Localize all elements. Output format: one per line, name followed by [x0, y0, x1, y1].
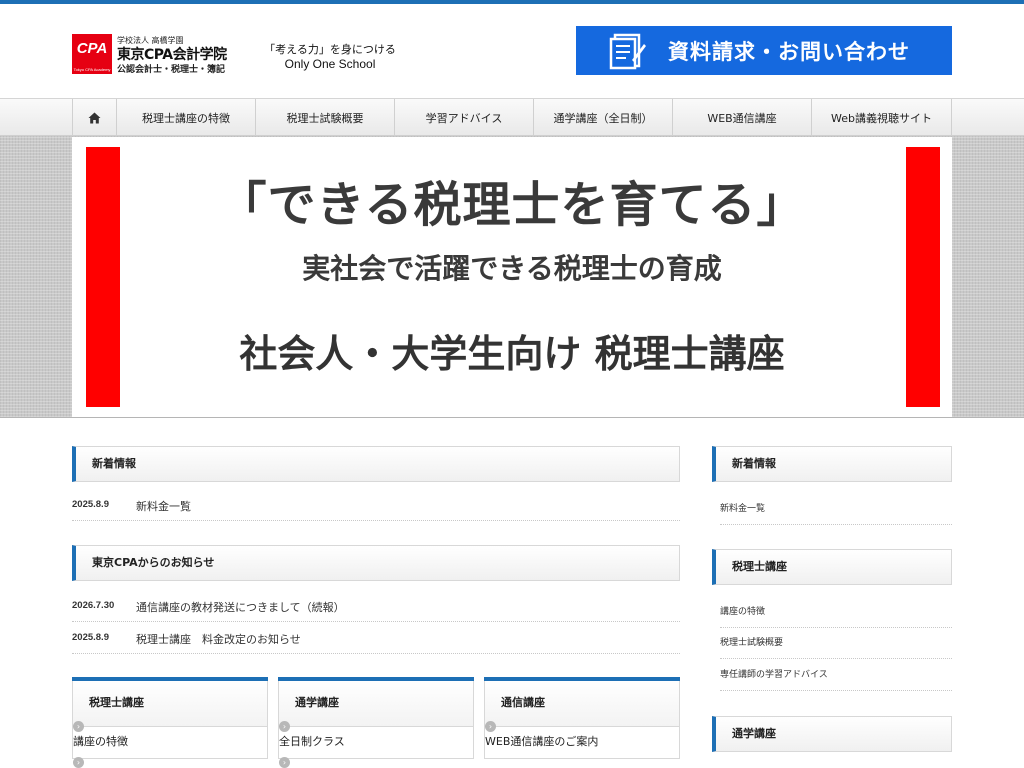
- nav-item-exam-overview[interactable]: 税理士試験概要: [256, 99, 395, 136]
- hero-tagline: 社会人・大学生向け 税理士講座: [239, 332, 785, 376]
- notices-heading: 東京CPAからのお知らせ: [72, 545, 680, 581]
- sidebar-course-link[interactable]: 講座の特徴: [720, 597, 952, 628]
- hero-headline: 「できる税理士を育てる」: [218, 177, 806, 233]
- chevron-right-icon: ›: [279, 721, 290, 732]
- nav-item-web-lecture-site[interactable]: Web講義視聴サイト: [812, 99, 952, 136]
- sidebar-course-link[interactable]: 税理士試験概要: [720, 628, 952, 659]
- course-card-tax-accountant: 税理士講座 › 講座の特徴 ›: [72, 677, 268, 768]
- hero-banner: 「できる税理士を育てる」 実社会で活躍できる税理士の育成 社会人・大学生向け 税…: [72, 137, 952, 417]
- chevron-right-icon: ›: [73, 721, 84, 732]
- chevron-right-icon: ›: [279, 757, 290, 768]
- course-card-link[interactable]: › 全日制クラス ›: [278, 721, 474, 768]
- chevron-right-icon: ›: [485, 721, 496, 732]
- news-item: 2025.8.9 新料金一覧: [72, 491, 680, 521]
- tagline-jp: 「考える力」を身につける: [264, 43, 396, 56]
- notice-item: 2025.8.9 税理士講座 料金改定のお知らせ: [72, 624, 680, 654]
- notice-date: 2026.7.30: [72, 600, 115, 611]
- course-card-title: 通学講座: [278, 681, 474, 727]
- news-heading: 新着情報: [72, 446, 680, 482]
- course-card-commute: 通学講座 › 全日制クラス ›: [278, 677, 474, 768]
- sidebar-news-heading: 新着情報: [712, 446, 952, 482]
- global-nav: 税理士講座の特徴 税理士試験概要 学習アドバイス 通学講座（全日制） WEB通信…: [72, 99, 952, 136]
- logo-school-courses: 公認会計士・税理士・簿記: [117, 65, 226, 75]
- nav-home[interactable]: [73, 99, 117, 136]
- nav-item-fulltime-course[interactable]: 通学講座（全日制）: [534, 99, 673, 136]
- nav-item-features[interactable]: 税理士講座の特徴: [117, 99, 256, 136]
- site-header: CPA Tokyo CPA Academy 学校法人 高橋学園 東京CPA会計学…: [0, 4, 1024, 98]
- notice-item: 2026.7.30 通信講座の教材発送につきまして（続報）: [72, 592, 680, 622]
- course-card-title: 税理士講座: [72, 681, 268, 727]
- request-info-button[interactable]: 資料請求・お問い合わせ: [576, 26, 952, 75]
- news-title-link[interactable]: 新料金一覧: [136, 498, 191, 514]
- global-nav-bar: 税理士講座の特徴 税理士試験概要 学習アドバイス 通学講座（全日制） WEB通信…: [0, 98, 1024, 136]
- news-date: 2025.8.9: [72, 499, 109, 510]
- logo-school-name: 東京CPA会計学院: [117, 47, 227, 63]
- notice-title-link[interactable]: 税理士講座 料金改定のお知らせ: [136, 631, 301, 647]
- sidebar-news-link[interactable]: 新料金一覧: [720, 494, 952, 525]
- course-card-link[interactable]: › WEB通信講座のご案内: [484, 721, 680, 759]
- tagline-en: Only One School: [284, 57, 376, 71]
- course-card-link[interactable]: › 講座の特徴 ›: [72, 721, 268, 768]
- sidebar-course-heading: 税理士講座: [712, 549, 952, 585]
- chevron-right-icon: ›: [73, 757, 84, 768]
- document-icon: [609, 33, 646, 70]
- logo-mark-text: CPA: [76, 40, 108, 57]
- course-card-link-label: WEB通信講座のご案内: [485, 735, 599, 748]
- nav-item-study-advice[interactable]: 学習アドバイス: [395, 99, 534, 136]
- hero-subheadline: 実社会で活躍できる税理士の育成: [302, 252, 722, 285]
- notice-title-link[interactable]: 通信講座の教材発送につきまして（続報）: [136, 599, 345, 615]
- site-logo[interactable]: CPA Tokyo CPA Academy 学校法人 高橋学園 東京CPA会計学…: [72, 34, 242, 78]
- sidebar-commute-heading: 通学講座: [712, 716, 952, 752]
- course-card-link-label: 全日制クラス: [279, 735, 345, 748]
- course-card-correspondence: 通信講座 › WEB通信講座のご案内: [484, 677, 680, 768]
- course-card-link-label: 講座の特徴: [73, 735, 128, 748]
- header-tagline: 「考える力」を身につける Only One School: [255, 42, 405, 72]
- cpa-logo-mark: CPA Tokyo CPA Academy: [72, 34, 112, 74]
- nav-item-web-course[interactable]: WEB通信講座: [673, 99, 812, 136]
- request-info-label: 資料請求・お問い合わせ: [668, 40, 910, 64]
- logo-mark-subtext: Tokyo CPA Academy: [73, 67, 111, 72]
- notice-date: 2025.8.9: [72, 632, 109, 643]
- course-card-title: 通信講座: [484, 681, 680, 727]
- home-icon: [88, 112, 101, 123]
- sidebar-course-link[interactable]: 専任講師の学習アドバイス: [720, 660, 952, 691]
